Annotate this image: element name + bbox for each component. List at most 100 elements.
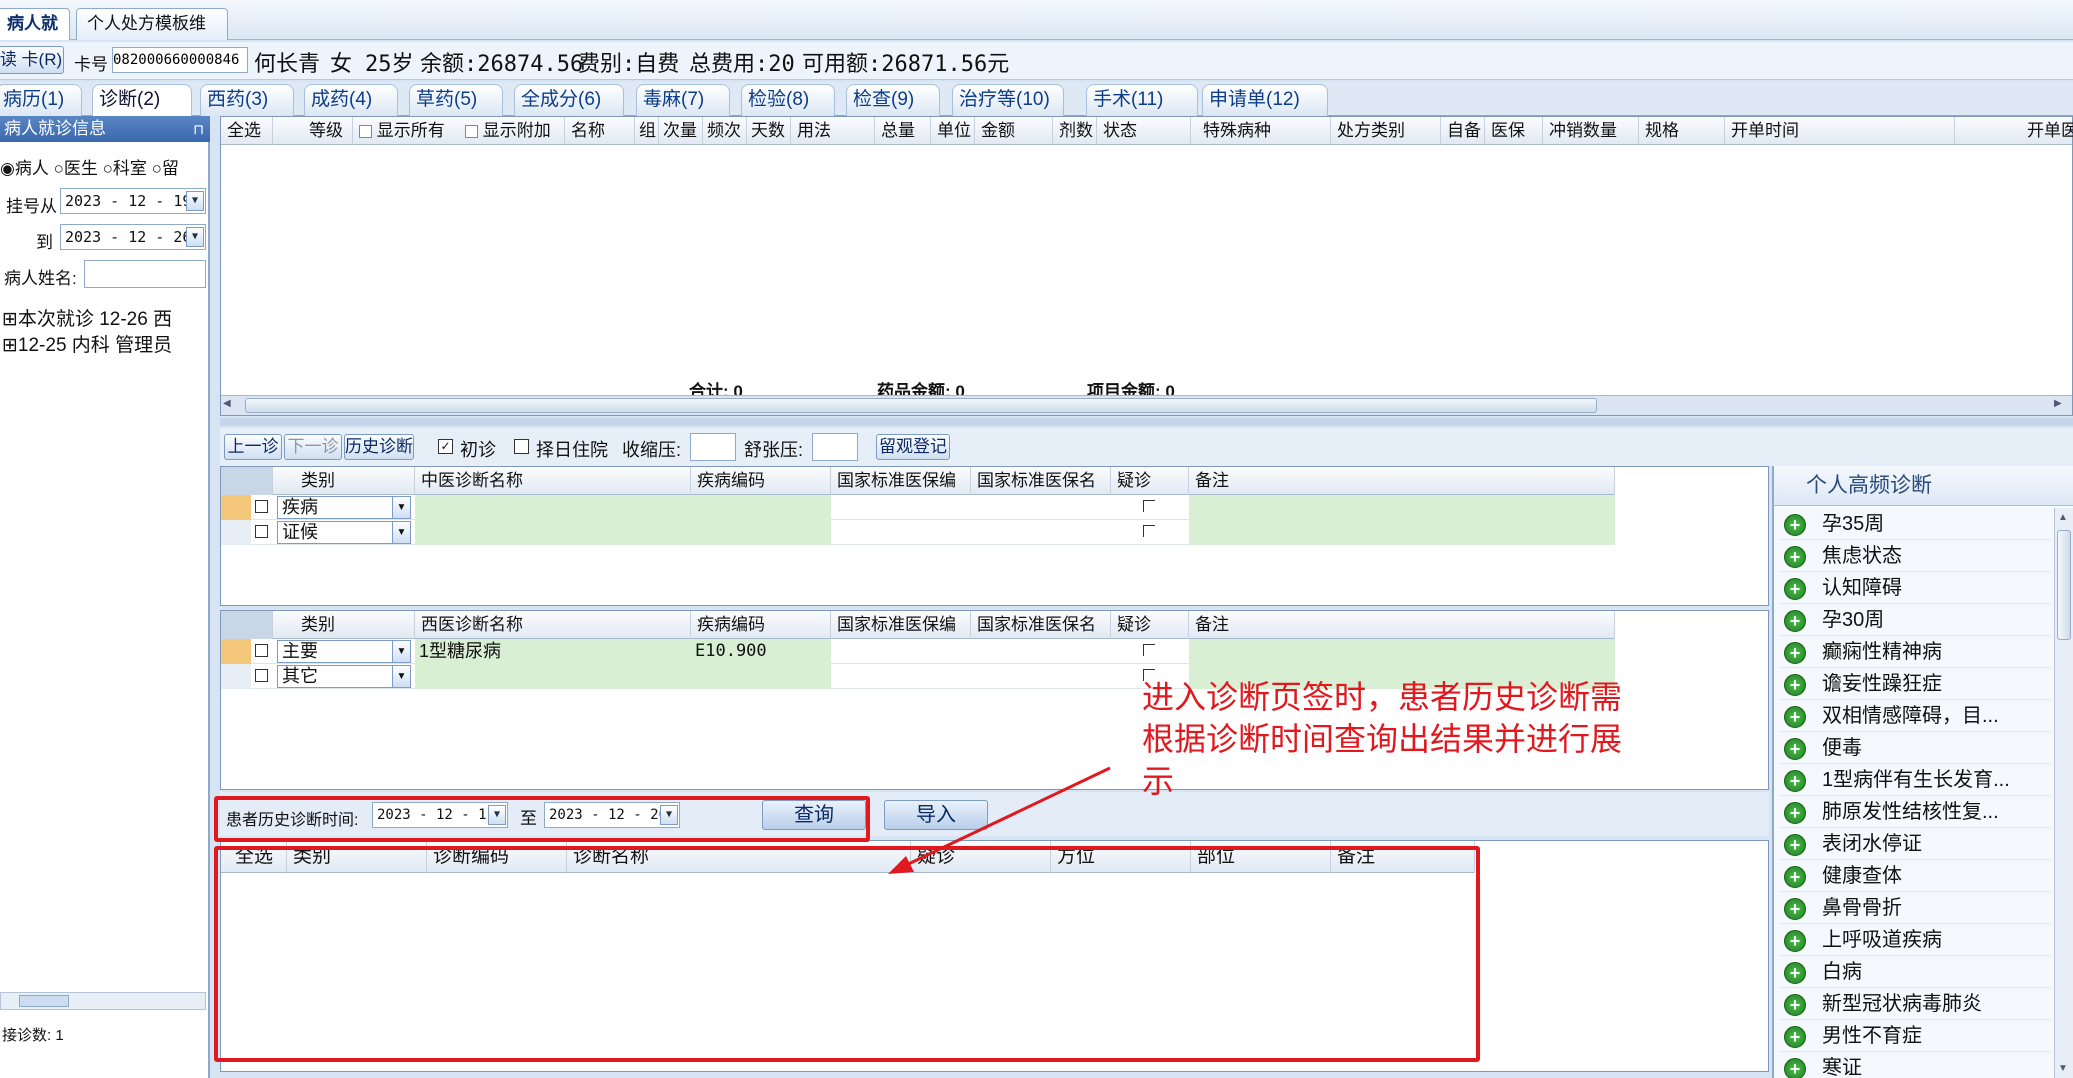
list-item[interactable]: + 孕35周 bbox=[1780, 508, 2050, 540]
col-select-all[interactable]: 全选 bbox=[221, 117, 273, 145]
add-icon[interactable]: + bbox=[1784, 578, 1806, 600]
systolic-input[interactable] bbox=[690, 433, 736, 461]
add-icon[interactable]: + bbox=[1784, 962, 1806, 984]
type-select[interactable]: 主要 ▼ bbox=[277, 640, 411, 663]
scroll-left-icon[interactable]: ◀ bbox=[223, 398, 237, 412]
scroll-thumb[interactable] bbox=[245, 398, 1597, 413]
scroll-right-icon[interactable]: ▶ bbox=[2054, 398, 2068, 412]
list-item[interactable]: + 男性不育症 bbox=[1780, 1020, 2050, 1052]
add-icon[interactable]: + bbox=[1784, 834, 1806, 856]
code-cell[interactable] bbox=[691, 495, 831, 520]
list-item[interactable]: + 癫痫性精神病 bbox=[1780, 636, 2050, 668]
add-icon[interactable]: + bbox=[1784, 514, 1806, 536]
list-item[interactable]: + 便毒 bbox=[1780, 732, 2050, 764]
chevron-down-icon[interactable]: ▼ bbox=[186, 191, 204, 211]
scroll-down-icon[interactable]: ▼ bbox=[2058, 1063, 2068, 1074]
list-item[interactable]: + 表闭水停证 bbox=[1780, 828, 2050, 860]
suspected-checkbox[interactable] bbox=[1143, 644, 1155, 656]
tcm-name-cell[interactable] bbox=[415, 495, 691, 520]
suspected-checkbox[interactable] bbox=[1143, 525, 1155, 537]
add-icon[interactable]: + bbox=[1784, 866, 1806, 888]
suspected-checkbox[interactable] bbox=[1143, 500, 1155, 512]
add-icon[interactable]: + bbox=[1784, 994, 1806, 1016]
reg-from-date[interactable]: 2023 - 12 - 19 ▼ bbox=[60, 188, 206, 214]
add-icon[interactable]: + bbox=[1784, 738, 1806, 760]
add-icon[interactable]: + bbox=[1784, 1026, 1806, 1048]
list-item[interactable]: + 焦虑状态 bbox=[1780, 540, 2050, 572]
row-checkbox[interactable] bbox=[255, 500, 268, 513]
show-extra-checkbox[interactable] bbox=[465, 125, 478, 139]
radio-dept-label[interactable]: 科室 bbox=[113, 159, 147, 178]
tab-herbal-medicine[interactable]: 草药(5) bbox=[409, 84, 503, 116]
radio-patient-label[interactable]: 病人 bbox=[15, 159, 49, 178]
tab-full-ingredients[interactable]: 全成分(6) bbox=[514, 84, 624, 116]
add-icon[interactable]: + bbox=[1784, 802, 1806, 824]
row-checkbox[interactable] bbox=[255, 669, 268, 682]
show-extra-option[interactable]: 显示附加 bbox=[459, 117, 565, 145]
reg-to-date[interactable]: 2023 - 12 - 26 ▼ bbox=[60, 224, 206, 250]
radio-stay-icon[interactable]: ○ bbox=[152, 159, 162, 178]
wm-name-cell[interactable]: 1型糖尿病 bbox=[415, 639, 691, 664]
add-icon[interactable]: + bbox=[1784, 898, 1806, 920]
pin-icon[interactable]: ⊓ bbox=[193, 116, 204, 142]
tab-patient-visit[interactable]: 病人就诊 bbox=[0, 8, 70, 63]
hospital-checkbox[interactable] bbox=[514, 439, 529, 454]
card-number-input[interactable] bbox=[112, 47, 248, 73]
list-item[interactable]: + 谵妄性躁狂症 bbox=[1780, 668, 2050, 700]
type-select[interactable]: 证候 ▼ bbox=[277, 521, 411, 544]
tcm-name-cell[interactable] bbox=[415, 520, 691, 545]
scroll-up-icon[interactable]: ▲ bbox=[2058, 512, 2068, 523]
add-icon[interactable]: + bbox=[1784, 770, 1806, 792]
list-item[interactable]: + 新型冠状病毒肺炎 bbox=[1780, 988, 2050, 1020]
prev-visit-button[interactable]: 上一诊 bbox=[224, 434, 282, 460]
add-icon[interactable]: + bbox=[1784, 1058, 1806, 1078]
next-visit-button[interactable]: 下一诊 bbox=[284, 434, 342, 460]
tab-examination[interactable]: 检查(9) bbox=[846, 84, 940, 116]
tab-surgery[interactable]: 手术(11) bbox=[1086, 84, 1198, 116]
splitter[interactable] bbox=[220, 418, 2073, 426]
list-item[interactable]: + 肺原发性结核性复... bbox=[1780, 796, 2050, 828]
list-item[interactable]: + 鼻骨骨折 bbox=[1780, 892, 2050, 924]
tree-item-previous[interactable]: ⊞12-25 内科 管理员 bbox=[2, 330, 172, 357]
read-card-button[interactable]: 读 卡(R) bbox=[0, 46, 64, 74]
list-item[interactable]: + 孕30周 bbox=[1780, 604, 2050, 636]
code-cell[interactable] bbox=[691, 520, 831, 545]
radio-dept-icon[interactable]: ○ bbox=[103, 159, 113, 178]
right-v-scrollbar[interactable]: ▲ ▼ bbox=[2054, 508, 2073, 1078]
expand-icon[interactable]: ⊞ bbox=[2, 309, 18, 330]
list-item[interactable]: + 健康查体 bbox=[1780, 860, 2050, 892]
add-icon[interactable]: + bbox=[1784, 642, 1806, 664]
type-select[interactable]: 其它 ▼ bbox=[277, 665, 411, 688]
chevron-down-icon[interactable]: ▼ bbox=[186, 227, 204, 247]
remark-cell[interactable] bbox=[1189, 520, 1615, 545]
add-icon[interactable]: + bbox=[1784, 706, 1806, 728]
tab-treatment[interactable]: 治疗等(10) bbox=[952, 84, 1064, 116]
type-select[interactable]: 疾病 ▼ bbox=[277, 496, 411, 519]
radio-patient-icon[interactable]: ◉ bbox=[0, 159, 15, 178]
left-h-scrollbar[interactable] bbox=[0, 992, 206, 1010]
expand-icon[interactable]: ⊞ bbox=[2, 335, 18, 356]
first-visit-checkbox[interactable]: ✓ bbox=[438, 439, 453, 454]
list-item[interactable]: + 认知障碍 bbox=[1780, 572, 2050, 604]
code-cell[interactable] bbox=[691, 664, 831, 689]
observation-register-button[interactable]: 留观登记 bbox=[876, 434, 950, 460]
tab-lab-test[interactable]: 检验(8) bbox=[741, 84, 835, 116]
list-item[interactable]: +1型病伴有生长发育... bbox=[1780, 764, 2050, 796]
patient-name-input[interactable] bbox=[84, 260, 206, 288]
radio-doctor-icon[interactable]: ○ bbox=[54, 159, 64, 178]
history-diagnosis-button[interactable]: 历史诊断 bbox=[344, 434, 414, 460]
tab-application[interactable]: 申请单(12) bbox=[1202, 84, 1328, 116]
add-icon[interactable]: + bbox=[1784, 674, 1806, 696]
list-item[interactable]: + 双相情感障碍，目... bbox=[1780, 700, 2050, 732]
radio-doctor-label[interactable]: 医生 bbox=[64, 159, 98, 178]
radio-stay-label[interactable]: 留 bbox=[162, 159, 179, 178]
tab-patent-medicine[interactable]: 成药(4) bbox=[304, 84, 398, 116]
add-icon[interactable]: + bbox=[1784, 546, 1806, 568]
table-row[interactable]: 疾病 ▼ bbox=[221, 495, 1615, 520]
tab-medical-record[interactable]: 病历(1) bbox=[0, 84, 82, 116]
show-all-checkbox[interactable] bbox=[359, 125, 372, 139]
tab-western-medicine[interactable]: 西药(3) bbox=[200, 84, 294, 116]
table-row[interactable]: 主要 ▼ 1型糖尿病 E10.900 bbox=[221, 639, 1615, 664]
tab-personal-template[interactable]: 个人处方模板维护 bbox=[76, 8, 228, 63]
diastolic-input[interactable] bbox=[812, 433, 858, 461]
